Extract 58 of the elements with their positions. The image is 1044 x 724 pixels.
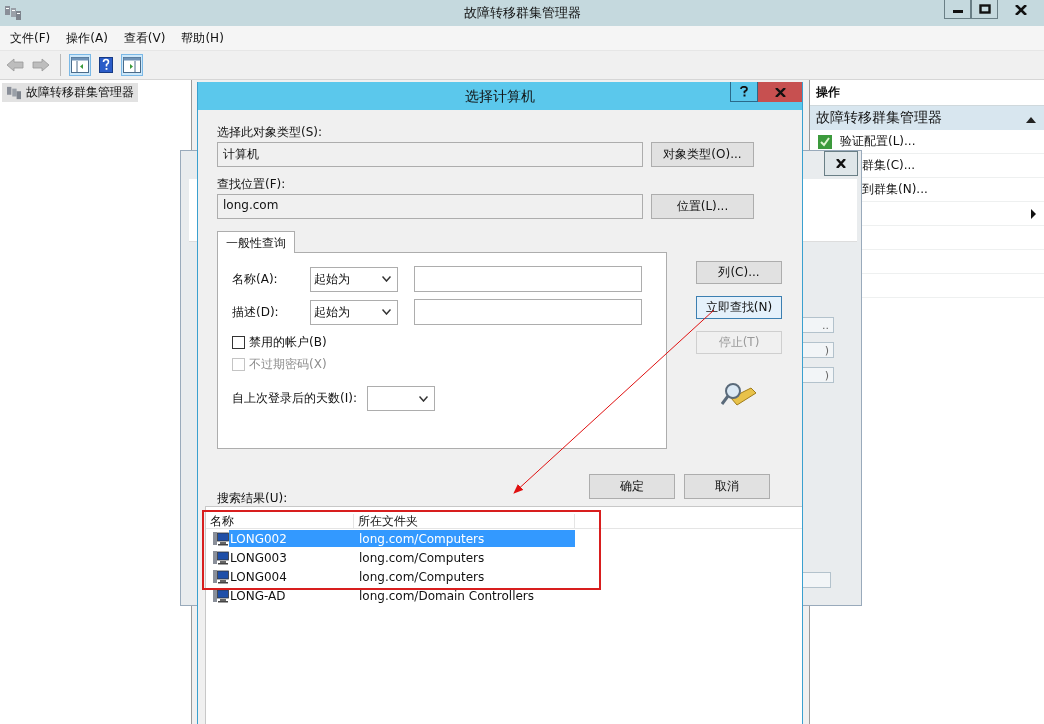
field-label: 描述(D): bbox=[232, 303, 280, 321]
field-label: 自上次登录后的天数(I): bbox=[232, 390, 357, 407]
maximize-icon bbox=[978, 4, 991, 14]
cluster-icon bbox=[6, 85, 22, 100]
ok-button[interactable]: 确定 bbox=[589, 474, 675, 499]
field-label: 选择此对象类型(S): bbox=[217, 124, 324, 140]
object-types-button[interactable]: 对象类型(O)... bbox=[651, 142, 754, 167]
close-icon bbox=[774, 87, 786, 97]
menu-item[interactable]: 操作(A) bbox=[66, 29, 108, 47]
result-row[interactable]: LONG004 long.com/Computers bbox=[229, 568, 575, 585]
chevron-down-icon bbox=[382, 309, 391, 315]
action-pane-icon[interactable] bbox=[121, 54, 143, 76]
menu-item[interactable]: 文件(F) bbox=[10, 29, 51, 47]
field-label: 查找位置(F): bbox=[217, 176, 287, 192]
submenu-arrow-icon bbox=[1031, 208, 1036, 219]
close-icon bbox=[1015, 4, 1027, 15]
close-button[interactable] bbox=[824, 151, 858, 176]
checkbox-label: 禁用的帐户(B) bbox=[249, 333, 327, 351]
actions-section-header[interactable]: 故障转移群集管理器 bbox=[810, 106, 1044, 130]
computer-icon bbox=[213, 588, 229, 603]
checkbox-label: 不过期密码(X) bbox=[249, 355, 327, 373]
results-label: 搜索结果(U): bbox=[217, 490, 288, 506]
location-field[interactable]: long.com bbox=[217, 194, 643, 219]
computer-icon bbox=[213, 531, 229, 546]
menu-item[interactable]: 帮助(H) bbox=[181, 29, 224, 47]
chevron-down-icon bbox=[418, 395, 428, 402]
tab[interactable]: 一般性查询 bbox=[217, 231, 295, 253]
operator-dropdown[interactable]: 起始为 bbox=[310, 266, 398, 292]
field-label: 名称(A): bbox=[232, 270, 279, 288]
operator-dropdown[interactable]: 起始为 bbox=[310, 299, 398, 325]
locations-button[interactable]: 位置(L)... bbox=[651, 194, 754, 219]
collapse-icon[interactable] bbox=[1026, 117, 1036, 123]
check-list-icon bbox=[818, 134, 832, 149]
window-title: 故障转移群集管理器 bbox=[463, 4, 581, 22]
result-row[interactable]: LONG-AD long.com/Domain Controllers bbox=[229, 587, 575, 604]
action-button[interactable]: 列(C)... bbox=[696, 261, 782, 284]
action-button[interactable]: 立即查找(N) bbox=[696, 296, 782, 319]
checkbox[interactable] bbox=[232, 335, 245, 349]
close-icon bbox=[836, 159, 846, 168]
tree-pane-icon[interactable] bbox=[69, 54, 91, 76]
object-type-field[interactable]: 计算机 bbox=[217, 142, 643, 167]
chevron-down-icon bbox=[382, 276, 391, 282]
text-input[interactable] bbox=[414, 266, 642, 292]
tree-item[interactable]: 故障转移群集管理器 bbox=[2, 83, 138, 102]
computer-icon bbox=[213, 569, 229, 584]
cancel-button[interactable]: 取消 bbox=[684, 474, 770, 499]
menu-item[interactable]: 查看(V) bbox=[123, 29, 166, 47]
maximize-button[interactable] bbox=[971, 0, 998, 19]
result-row[interactable]: LONG003 long.com/Computers bbox=[229, 549, 575, 566]
text-input[interactable] bbox=[414, 299, 642, 325]
column-header[interactable]: 所在文件夹 bbox=[354, 514, 575, 528]
dialog-title: 选择计算机 bbox=[465, 88, 535, 106]
magnifier-icon bbox=[721, 380, 757, 408]
minimize-button[interactable] bbox=[944, 0, 971, 19]
cluster-icon bbox=[4, 5, 22, 21]
help-icon bbox=[740, 86, 748, 97]
computer-icon bbox=[213, 550, 229, 565]
column-header[interactable]: 名称 bbox=[206, 514, 354, 528]
